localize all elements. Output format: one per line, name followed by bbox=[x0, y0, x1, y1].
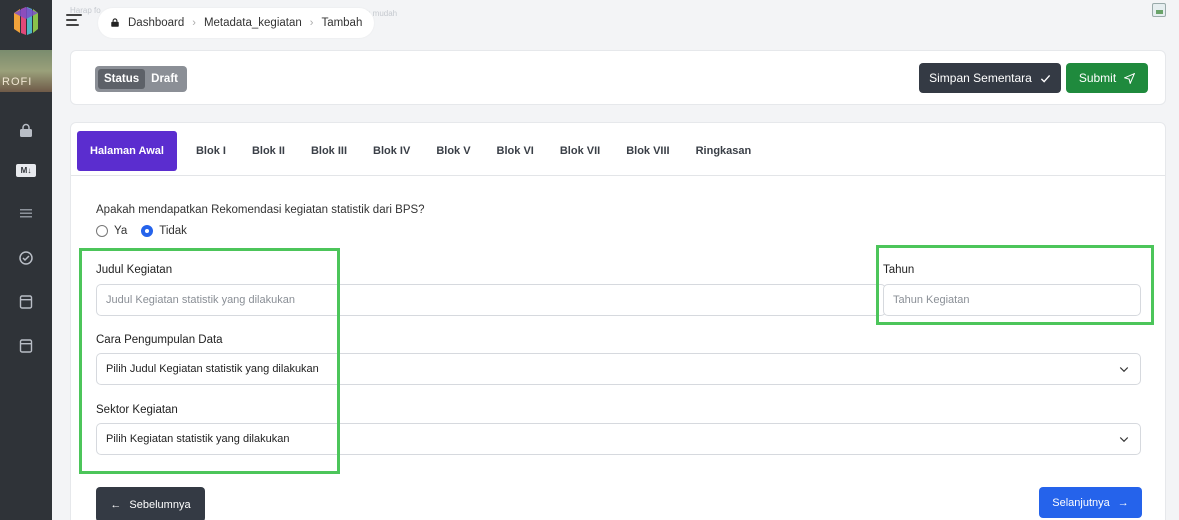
tahun-placeholder: Tahun Kegiatan bbox=[893, 294, 970, 306]
tab-blok-6[interactable]: Blok VI bbox=[484, 131, 547, 171]
check-icon bbox=[1040, 74, 1050, 83]
markdown-badge-icon[interactable]: M↓ bbox=[16, 164, 36, 177]
document-icon[interactable] bbox=[18, 294, 34, 310]
radio-tidak[interactable] bbox=[141, 225, 154, 237]
menu-toggle-icon[interactable] bbox=[66, 14, 82, 26]
check-circle-icon[interactable] bbox=[18, 250, 34, 266]
tab-blok-5[interactable]: Blok V bbox=[423, 131, 483, 171]
tab-halaman-awal[interactable]: Halaman Awal bbox=[77, 131, 177, 171]
tab-blok-3[interactable]: Blok III bbox=[298, 131, 360, 171]
status-label: Status bbox=[98, 69, 146, 89]
judul-kegiatan-placeholder: Judul Kegiatan statistik yang dilakukan bbox=[106, 294, 295, 306]
breadcrumb-metadata[interactable]: Metadata_kegiatan bbox=[204, 17, 302, 29]
judul-kegiatan-label: Judul Kegiatan bbox=[96, 264, 173, 276]
app-logo-icon[interactable] bbox=[10, 5, 42, 37]
form-card: Halaman Awal Blok I Blok II Blok III Blo… bbox=[70, 122, 1166, 520]
bag-icon bbox=[111, 18, 119, 27]
save-draft-label: Simpan Sementara bbox=[929, 71, 1032, 85]
breadcrumb-dashboard[interactable]: Dashboard bbox=[128, 17, 184, 29]
radio-ya[interactable] bbox=[96, 225, 108, 237]
previous-button[interactable]: ← Sebelumnya bbox=[96, 487, 205, 520]
chevron-right-icon: › bbox=[192, 17, 196, 29]
tahun-input[interactable]: Tahun Kegiatan bbox=[883, 284, 1141, 316]
bag-icon[interactable] bbox=[18, 123, 34, 139]
recommendation-radio-group: Ya Tidak bbox=[96, 225, 195, 237]
tab-blok-4[interactable]: Blok IV bbox=[360, 131, 423, 171]
breadcrumb-tambah: Tambah bbox=[321, 17, 363, 29]
next-button[interactable]: Selanjutnya → bbox=[1039, 487, 1142, 518]
document-icon[interactable] bbox=[18, 338, 34, 354]
status-badge: Status Draft bbox=[95, 66, 187, 92]
sektor-kegiatan-value: Pilih Kegiatan statistik yang dilakukan bbox=[106, 433, 290, 445]
judul-kegiatan-input[interactable]: Judul Kegiatan statistik yang dilakukan bbox=[96, 284, 886, 316]
status-card: Status Draft Simpan Sementara Submit bbox=[70, 50, 1166, 105]
cara-pengumpulan-value: Pilih Judul Kegiatan statistik yang dila… bbox=[106, 363, 319, 375]
next-label: Selanjutnya bbox=[1052, 496, 1110, 509]
previous-label: Sebelumnya bbox=[129, 498, 191, 511]
breadcrumb: Dashboard › Metadata_kegiatan › Tambah bbox=[98, 8, 375, 38]
recommendation-question: Apakah mendapatkan Rekomendasi kegiatan … bbox=[96, 204, 425, 216]
cara-pengumpulan-label: Cara Pengumpulan Data bbox=[96, 334, 223, 346]
tab-blok-2[interactable]: Blok II bbox=[239, 131, 298, 171]
arrow-left-icon: ← bbox=[110, 498, 122, 511]
tab-divider bbox=[71, 175, 1165, 176]
chevron-down-icon bbox=[1119, 437, 1129, 443]
send-icon bbox=[1124, 72, 1136, 84]
tab-blok-1[interactable]: Blok I bbox=[183, 131, 239, 171]
faint-text-left: Harap fo bbox=[70, 6, 101, 15]
radio-tidak-label[interactable]: Tidak bbox=[159, 225, 187, 237]
brand-caption: ROFI bbox=[2, 76, 33, 88]
chevron-right-icon: › bbox=[309, 17, 314, 29]
chevron-down-icon bbox=[1119, 367, 1129, 373]
submit-button[interactable]: Submit bbox=[1066, 63, 1148, 93]
tab-bar: Halaman Awal Blok I Blok II Blok III Blo… bbox=[77, 131, 764, 171]
tab-blok-8[interactable]: Blok VIII bbox=[613, 131, 682, 171]
save-draft-button[interactable]: Simpan Sementara bbox=[919, 63, 1061, 93]
submit-label: Submit bbox=[1078, 71, 1117, 85]
radio-ya-label[interactable]: Ya bbox=[114, 225, 127, 237]
brand-thumbnail: ROFI bbox=[0, 50, 52, 92]
sektor-kegiatan-select[interactable]: Pilih Kegiatan statistik yang dilakukan bbox=[96, 423, 1141, 455]
arrow-right-icon: → bbox=[1117, 496, 1129, 509]
sidebar: ROFI M↓ bbox=[0, 0, 52, 520]
status-value: Draft bbox=[151, 73, 178, 85]
cara-pengumpulan-select[interactable]: Pilih Judul Kegiatan statistik yang dila… bbox=[96, 353, 1141, 385]
broken-image-icon bbox=[1152, 3, 1166, 17]
tab-blok-7[interactable]: Blok VII bbox=[547, 131, 613, 171]
list-icon[interactable] bbox=[18, 205, 34, 221]
sektor-kegiatan-label: Sektor Kegiatan bbox=[96, 404, 178, 416]
tahun-label: Tahun bbox=[883, 264, 915, 276]
tab-ringkasan[interactable]: Ringkasan bbox=[683, 131, 765, 171]
